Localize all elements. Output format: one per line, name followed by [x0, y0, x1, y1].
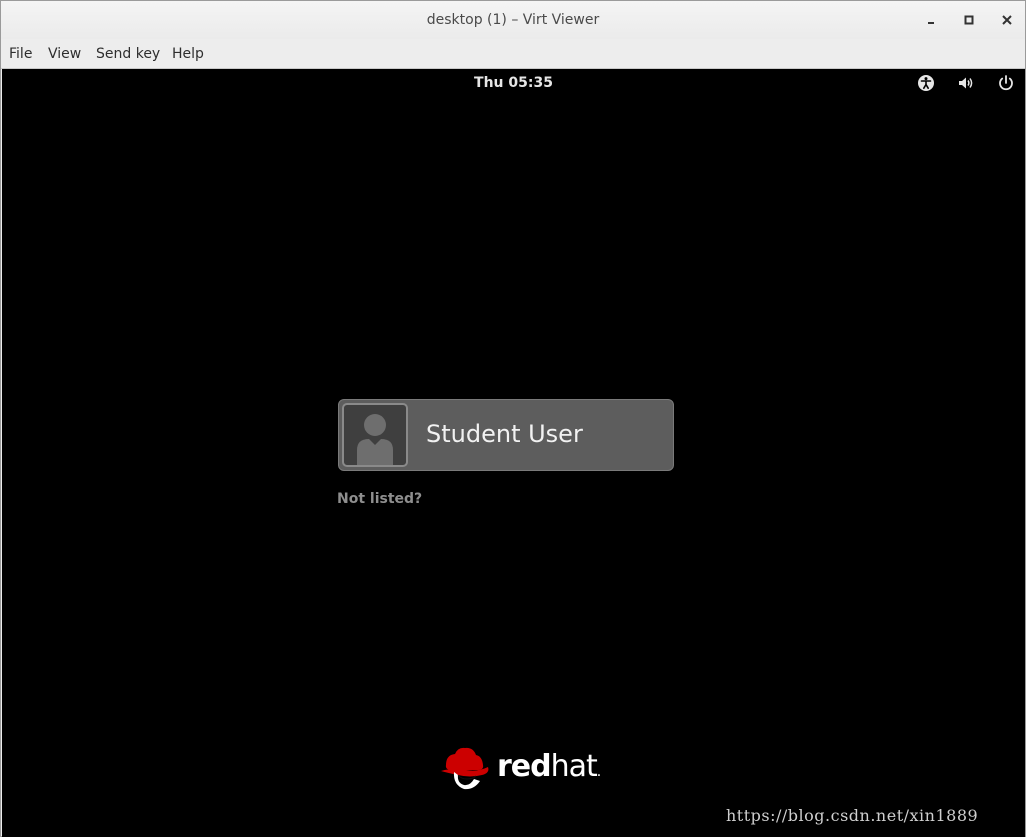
title-bar[interactable]: desktop (1) – Virt Viewer	[1, 1, 1025, 39]
maximize-icon	[964, 15, 974, 25]
user-name: Student User	[426, 420, 583, 448]
user-list-item[interactable]: Student User	[338, 399, 674, 471]
close-button[interactable]	[997, 10, 1017, 30]
power-icon[interactable]	[997, 74, 1015, 92]
menu-send-key[interactable]: Send key	[96, 46, 160, 62]
redhat-wordmark: redhat.	[497, 749, 601, 784]
accessibility-icon[interactable]	[917, 74, 935, 92]
clock[interactable]: Thu 05:35	[2, 75, 1025, 91]
menu-help[interactable]: Help	[172, 46, 204, 62]
watermark: https://blog.csdn.net/xin1889	[726, 806, 979, 825]
redhat-shadowman-icon	[441, 747, 489, 790]
virt-viewer-window: desktop (1) – Virt Viewer File View Send…	[0, 0, 1026, 837]
close-icon	[1002, 15, 1012, 25]
user-avatar-icon	[357, 414, 393, 465]
minimize-icon	[928, 22, 934, 24]
maximize-button[interactable]	[959, 10, 979, 30]
not-listed-link[interactable]: Not listed?	[337, 491, 422, 507]
minimize-button[interactable]	[921, 10, 941, 30]
menu-view[interactable]: View	[48, 46, 81, 62]
window-title: desktop (1) – Virt Viewer	[426, 12, 600, 28]
volume-icon[interactable]	[957, 74, 975, 92]
guest-display[interactable]: Thu 05:35 Student User Not listed? redha…	[2, 69, 1025, 837]
avatar	[342, 403, 408, 467]
menu-file[interactable]: File	[9, 46, 32, 62]
menu-bar: File View Send key Help	[1, 39, 1025, 69]
redhat-logo: redhat.	[440, 745, 601, 793]
